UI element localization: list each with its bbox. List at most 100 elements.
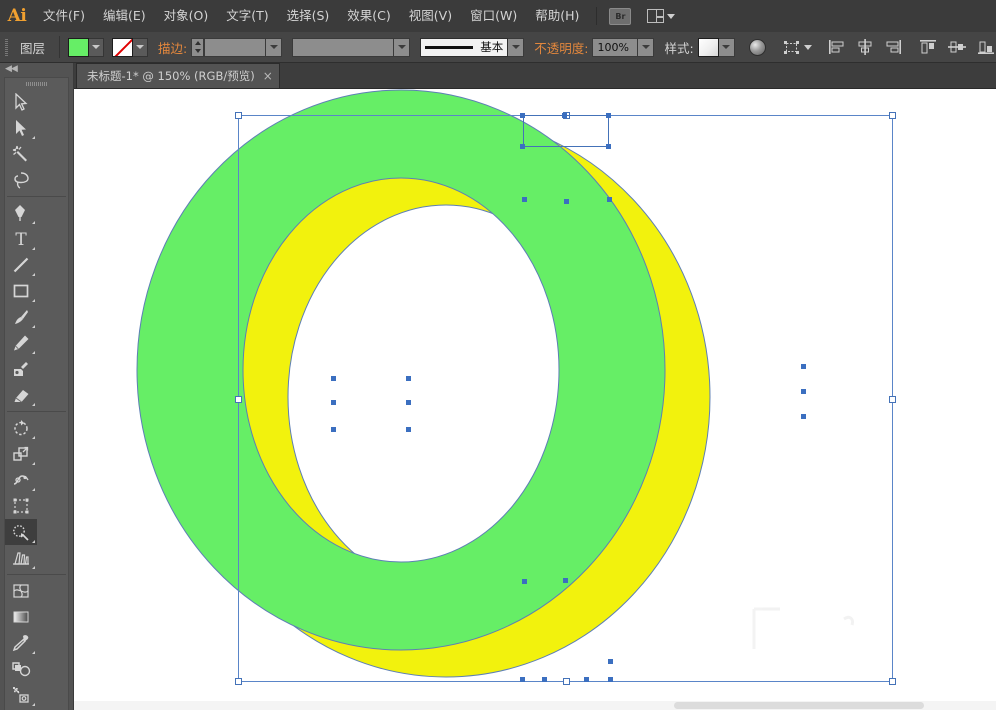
anchor-point[interactable]: [406, 400, 411, 405]
align-right-icon[interactable]: [884, 37, 904, 57]
tools-panel-header[interactable]: ◀◀: [0, 63, 73, 75]
align-bottom-icon[interactable]: [976, 37, 996, 57]
menu-effect[interactable]: 效果(C): [338, 0, 399, 32]
selection-handle-bc[interactable]: [563, 678, 570, 685]
perspective-grid-tool[interactable]: [5, 545, 37, 571]
opacity-field[interactable]: 100%: [592, 38, 638, 57]
brush-definition-dropdown[interactable]: [508, 38, 524, 57]
anchor-point[interactable]: [520, 113, 525, 118]
anchor-point[interactable]: [331, 376, 336, 381]
align-top-icon[interactable]: [918, 37, 938, 57]
rotate-tool[interactable]: [5, 415, 37, 441]
anchor-point[interactable]: [801, 389, 806, 394]
width-tool[interactable]: [5, 467, 37, 493]
anchor-point[interactable]: [520, 144, 525, 149]
anchor-point[interactable]: [608, 659, 613, 664]
selection-handle-tl[interactable]: [235, 112, 242, 119]
selection-tool[interactable]: [5, 89, 37, 115]
control-bar-grip[interactable]: [0, 32, 12, 63]
anchor-point[interactable]: [522, 579, 527, 584]
horizontal-scrollbar[interactable]: [74, 701, 996, 710]
anchor-point[interactable]: [606, 113, 611, 118]
anchor-point[interactable]: [331, 400, 336, 405]
anchor-point[interactable]: [607, 197, 612, 202]
eraser-tool[interactable]: [5, 382, 37, 408]
workspace-switcher[interactable]: [647, 9, 675, 23]
menu-window[interactable]: 窗口(W): [461, 0, 526, 32]
anchor-point[interactable]: [606, 144, 611, 149]
menu-view[interactable]: 视图(V): [400, 0, 461, 32]
opacity-dropdown[interactable]: [638, 38, 654, 57]
shape-builder-tool[interactable]: [5, 519, 37, 545]
anchor-point[interactable]: [564, 199, 569, 204]
magic-wand-tool[interactable]: [5, 141, 37, 167]
align-center-horizontal-icon[interactable]: [855, 37, 875, 57]
selection-handle-bl[interactable]: [235, 678, 242, 685]
stroke-weight-label[interactable]: 描边:: [158, 38, 187, 57]
close-icon[interactable]: ×: [263, 70, 273, 82]
fill-swatch-control[interactable]: [68, 38, 104, 57]
gradient-tool[interactable]: [5, 604, 37, 630]
stroke-profile-dropdown[interactable]: [394, 38, 410, 57]
type-tool[interactable]: T: [5, 226, 37, 252]
graphic-style-swatch[interactable]: [698, 38, 719, 57]
anchor-point[interactable]: [542, 677, 547, 682]
document-tab[interactable]: 未标题-1* @ 150% (RGB/预览) ×: [76, 63, 280, 88]
anchor-point[interactable]: [520, 677, 525, 682]
menu-select[interactable]: 选择(S): [278, 0, 339, 32]
scale-tool[interactable]: [5, 441, 37, 467]
stroke-weight-dropdown[interactable]: [266, 38, 282, 57]
graphic-style-dropdown[interactable]: [719, 38, 735, 57]
anchor-point[interactable]: [406, 376, 411, 381]
anchor-point[interactable]: [331, 427, 336, 432]
free-transform-tool[interactable]: [5, 493, 37, 519]
align-center-vertical-icon[interactable]: [947, 37, 967, 57]
align-left-icon[interactable]: [826, 37, 846, 57]
document-canvas[interactable]: [74, 89, 996, 710]
blob-brush-tool[interactable]: [5, 356, 37, 382]
stroke-swatch-none[interactable]: [112, 38, 133, 57]
menu-type[interactable]: 文字(T): [217, 0, 277, 32]
fill-dropdown-arrow[interactable]: [89, 38, 104, 57]
recolor-artwork-icon[interactable]: [749, 39, 766, 56]
opacity-label[interactable]: 不透明度:: [534, 38, 588, 57]
collapse-panel-icon[interactable]: ◀◀: [5, 64, 17, 74]
selection-handle-br[interactable]: [889, 678, 896, 685]
stroke-profile-field[interactable]: [292, 38, 394, 57]
anchor-point[interactable]: [584, 677, 589, 682]
transform-icon[interactable]: [782, 37, 802, 57]
selection-handle-ml[interactable]: [235, 396, 242, 403]
menu-file[interactable]: 文件(F): [34, 0, 94, 32]
line-segment-tool[interactable]: [5, 252, 37, 278]
tools-panel-grip[interactable]: [5, 78, 68, 89]
stroke-weight-stepper[interactable]: [191, 38, 204, 57]
anchor-point[interactable]: [801, 364, 806, 369]
anchor-point[interactable]: [406, 427, 411, 432]
fill-swatch[interactable]: [68, 38, 89, 57]
menu-help[interactable]: 帮助(H): [526, 0, 588, 32]
blend-tool[interactable]: [5, 656, 37, 682]
anchor-point[interactable]: [562, 113, 567, 118]
selection-handle-mr[interactable]: [889, 396, 896, 403]
anchor-point[interactable]: [608, 677, 613, 682]
mesh-tool[interactable]: [5, 578, 37, 604]
bridge-icon[interactable]: Br: [609, 8, 631, 25]
stroke-swatch-control[interactable]: [112, 38, 148, 57]
scrollbar-thumb[interactable]: [674, 702, 924, 709]
direct-selection-tool[interactable]: [5, 115, 37, 141]
anchor-point[interactable]: [522, 197, 527, 202]
anchor-point[interactable]: [563, 578, 568, 583]
menu-edit[interactable]: 编辑(E): [94, 0, 155, 32]
stroke-weight-field[interactable]: [204, 38, 266, 57]
rectangle-tool[interactable]: [5, 278, 37, 304]
sub-selection-box[interactable]: [523, 115, 609, 147]
symbol-sprayer-tool[interactable]: [5, 682, 37, 708]
selection-handle-tr[interactable]: [889, 112, 896, 119]
paintbrush-tool[interactable]: [5, 304, 37, 330]
stroke-dropdown-arrow[interactable]: [133, 38, 148, 57]
pen-tool[interactable]: [5, 200, 37, 226]
lasso-tool[interactable]: [5, 167, 37, 193]
menu-object[interactable]: 对象(O): [155, 0, 218, 32]
brush-definition-field[interactable]: 基本: [420, 38, 508, 57]
transform-chevron-down-icon[interactable]: [804, 45, 812, 50]
